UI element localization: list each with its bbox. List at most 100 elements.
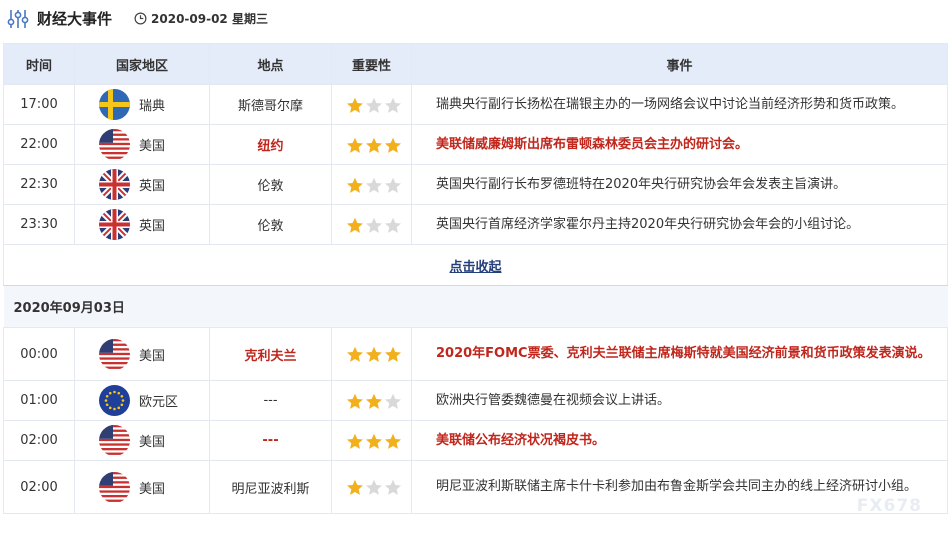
star-empty-icon xyxy=(384,217,402,233)
star-filled-icon xyxy=(384,433,402,449)
country-name: 美国 xyxy=(139,348,166,364)
event-location: 明尼亚波利斯 xyxy=(209,460,332,514)
adjust-sliders-icon xyxy=(7,9,29,28)
event-time: 01:00 xyxy=(3,380,75,421)
table-row: 22:00 美国 纽约 美联储威廉姆斯出席布雷顿森林委员会主办的研讨会。 xyxy=(3,124,948,165)
importance-rating xyxy=(331,327,412,381)
usa-flag-icon xyxy=(99,338,130,370)
column-header-location: 地点 xyxy=(209,43,332,85)
table-row: 01:00 欧元区 --- 欧洲央行管委魏德曼在视频会议上讲话。 xyxy=(3,380,948,421)
star-filled-icon xyxy=(365,433,383,449)
importance-rating xyxy=(331,420,412,461)
event-description: 美联储公布经济状况褐皮书。 xyxy=(411,420,948,461)
country-name: 美国 xyxy=(139,139,166,154)
star-filled-icon xyxy=(346,393,364,409)
collapse-row: 点击收起 xyxy=(3,244,948,286)
event-country: 英国 xyxy=(74,164,210,205)
star-empty-icon xyxy=(365,479,383,495)
importance-rating xyxy=(331,204,412,245)
event-location: 斯德哥尔摩 xyxy=(209,84,332,125)
event-time: 17:00 xyxy=(3,84,75,125)
star-filled-icon xyxy=(346,137,364,153)
table-row: 02:00 美国 --- 美联储公布经济状况褐皮书。 xyxy=(3,420,948,461)
event-location: 伦敦 xyxy=(209,204,332,245)
importance-rating xyxy=(331,460,412,514)
event-description: 英国央行副行长布罗德班特在2020年央行研究协会年会发表主旨演讲。 xyxy=(411,164,948,205)
sweden-flag-icon xyxy=(99,89,130,120)
event-country: 美国 xyxy=(74,420,210,461)
column-header-event: 事件 xyxy=(411,43,948,85)
table-row: 17:00 瑞典 斯德哥尔摩 瑞典央行副行长扬松在瑞银主办的一场网络会议中讨论当前经济… xyxy=(3,84,948,125)
importance-rating xyxy=(331,164,412,205)
country-name: 英国 xyxy=(139,219,166,234)
watermark-logo: FX678 xyxy=(856,496,922,516)
usa-flag-icon xyxy=(99,129,130,160)
star-empty-icon xyxy=(365,217,383,233)
event-description: 美联储威廉姆斯出席布雷顿森林委员会主办的研讨会。 xyxy=(411,124,948,165)
event-location: 纽约 xyxy=(209,124,332,165)
event-country: 英国 xyxy=(74,204,210,245)
event-location: 伦敦 xyxy=(209,164,332,205)
country-name: 欧元区 xyxy=(139,395,179,410)
country-name: 瑞典 xyxy=(139,99,166,114)
table-row: 22:30 英国 伦敦 英国央行副行长布罗德班特在2020年央行研究协会年会发表主旨演… xyxy=(3,164,948,205)
page-title: 财经大事件 xyxy=(37,10,113,28)
usa-flag-icon xyxy=(99,425,130,456)
star-empty-icon xyxy=(384,177,402,193)
star-filled-icon xyxy=(346,97,364,113)
table-row: 00:00 美国 克利夫兰 2020年FOMC票委、克利夫兰联储主席梅斯特就美国经济前… xyxy=(3,327,948,381)
star-empty-icon xyxy=(384,393,402,409)
event-time: 23:30 xyxy=(3,204,75,245)
event-description: 英国央行首席经济学家霍尔丹主持2020年央行研究协会年会的小组讨论。 xyxy=(411,204,948,245)
event-description: 2020年FOMC票委、克利夫兰联储主席梅斯特就美国经济前景和货币政策发表演说。 xyxy=(411,327,948,381)
column-header-importance: 重要性 xyxy=(331,43,412,85)
usa-flag-icon xyxy=(99,471,130,503)
star-filled-icon xyxy=(346,433,364,449)
star-filled-icon xyxy=(346,346,364,362)
event-country: 瑞典 xyxy=(74,84,210,125)
column-header-time: 时间 xyxy=(3,43,75,85)
star-empty-icon xyxy=(384,97,402,113)
events-table: 时间 国家地区 地点 重要性 事件 17:00 瑞典 斯德哥尔摩 瑞典央行副行长扬松在… xyxy=(3,43,948,514)
event-time: 02:00 xyxy=(3,460,75,514)
date-heading: 2020年09月03日 xyxy=(3,285,948,328)
importance-rating xyxy=(331,380,412,421)
collapse-link[interactable]: 点击收起 xyxy=(449,260,501,275)
country-name: 英国 xyxy=(139,179,166,194)
event-country: 美国 xyxy=(74,327,210,381)
star-filled-icon xyxy=(365,137,383,153)
star-filled-icon xyxy=(346,217,364,233)
event-time: 22:30 xyxy=(3,164,75,205)
eu-flag-icon xyxy=(99,385,130,416)
star-filled-icon xyxy=(346,479,364,495)
top-bar: 财经大事件 2020-09-02 星期三 xyxy=(0,0,948,37)
event-description: 瑞典央行副行长扬松在瑞银主办的一场网络会议中讨论当前经济形势和货币政策。 xyxy=(411,84,948,125)
event-time: 02:00 xyxy=(3,420,75,461)
table-row: 23:30 英国 伦敦 英国央行首席经济学家霍尔丹主持2020年央行研究协会年会的小组… xyxy=(3,204,948,245)
date-heading-row: 2020年09月03日 xyxy=(3,285,948,328)
uk-flag-icon xyxy=(99,209,130,240)
star-filled-icon xyxy=(384,346,402,362)
event-time: 22:00 xyxy=(3,124,75,165)
event-country: 美国 xyxy=(74,460,210,514)
event-country: 美国 xyxy=(74,124,210,165)
star-filled-icon xyxy=(365,393,383,409)
clock-icon xyxy=(134,12,147,25)
table-header-row: 时间 国家地区 地点 重要性 事件 xyxy=(3,43,948,85)
event-location: --- xyxy=(209,420,332,461)
star-filled-icon xyxy=(365,346,383,362)
event-country: 欧元区 xyxy=(74,380,210,421)
star-empty-icon xyxy=(365,177,383,193)
star-empty-icon xyxy=(365,97,383,113)
country-name: 美国 xyxy=(139,481,166,497)
uk-flag-icon xyxy=(99,169,130,200)
star-empty-icon xyxy=(384,479,402,495)
event-description: 欧洲央行管委魏德曼在视频会议上讲话。 xyxy=(411,380,948,421)
country-name: 美国 xyxy=(139,435,166,450)
event-time: 00:00 xyxy=(3,327,75,381)
event-location: 克利夫兰 xyxy=(209,327,332,381)
star-filled-icon xyxy=(384,137,402,153)
importance-rating xyxy=(331,124,412,165)
event-location: --- xyxy=(209,380,332,421)
current-date: 2020-09-02 星期三 xyxy=(151,12,268,26)
